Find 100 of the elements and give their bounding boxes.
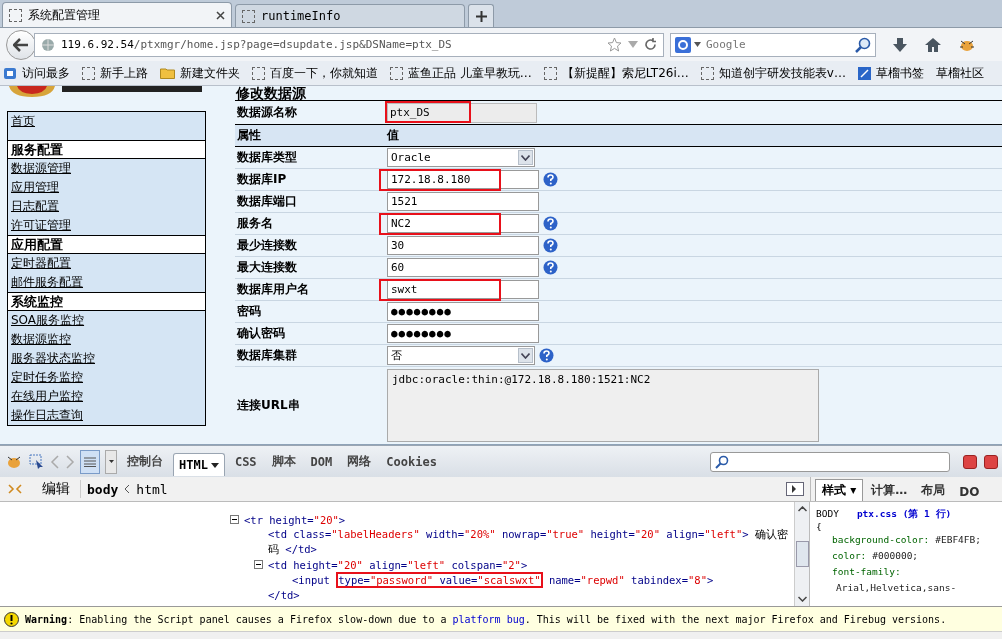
input-field[interactable]: 30 <box>387 236 539 255</box>
side-panel-tab[interactable]: 计算… <box>865 480 914 501</box>
menu-link[interactable]: 日志配置 <box>11 199 59 213</box>
panel-tab[interactable]: 控制台 <box>122 449 168 474</box>
panel-toggle-icon[interactable] <box>786 482 804 496</box>
help-icon[interactable] <box>539 348 554 363</box>
bookmarks-icon[interactable] <box>3 66 17 80</box>
edit-button[interactable]: 编辑 <box>28 480 81 498</box>
bookmark-item[interactable]: 百度一下，你就知道 <box>270 64 378 82</box>
bookmark-item[interactable]: 访问最多 <box>22 64 70 82</box>
menu-link[interactable]: 许可证管理 <box>11 218 71 232</box>
input-field[interactable]: 1521 <box>387 192 539 211</box>
search-field[interactable]: Google <box>704 38 852 51</box>
panel-tab[interactable]: Cookies <box>381 450 442 473</box>
password-field[interactable]: ●●●●●●●● <box>387 302 539 321</box>
breadcrumb-item[interactable]: body <box>87 481 119 497</box>
password-field[interactable]: ●●●●●●●● <box>387 324 539 343</box>
search-icon[interactable] <box>855 36 871 53</box>
panel-tab[interactable]: DOM <box>305 450 338 473</box>
scroll-up-icon[interactable] <box>797 506 807 512</box>
field-label: 数据库IP <box>236 171 288 188</box>
help-icon[interactable] <box>543 172 558 187</box>
code-line: <td height="20" align="left" colspan="2"> <box>268 558 528 571</box>
page-icon <box>9 8 22 22</box>
page-icon[interactable] <box>390 66 403 80</box>
input-field[interactable]: NC2 <box>387 214 539 233</box>
menu-button[interactable] <box>80 449 100 474</box>
page-icon[interactable] <box>700 66 714 80</box>
menu-section-header: 应用配置 <box>8 235 205 254</box>
caret-icon <box>521 352 530 359</box>
page-icon[interactable] <box>252 66 265 80</box>
page-icon[interactable] <box>82 66 95 80</box>
menu-link[interactable]: 首页 <box>11 114 35 128</box>
close-icon[interactable] <box>216 10 225 20</box>
bookmark-item[interactable]: 【新提醒】索尼LT26i… <box>561 64 689 82</box>
css-source-link[interactable]: ptx.css (第 1 行) <box>856 508 952 521</box>
new-tab-button[interactable] <box>468 4 494 27</box>
search-bar[interactable]: Google <box>670 32 876 57</box>
collapse-toggle[interactable] <box>254 560 263 569</box>
panel-tab[interactable]: 网络 <box>342 449 377 474</box>
pencil-icon[interactable] <box>857 66 871 80</box>
panel-tab[interactable]: 脚本 <box>266 449 301 474</box>
select-field[interactable]: 否 <box>387 346 535 365</box>
platform-bug-link[interactable]: platform bug <box>452 613 525 625</box>
minimize-button[interactable] <box>963 454 977 469</box>
collapse-toggle[interactable] <box>230 515 239 524</box>
bookmark-item[interactable]: 知道创宇研发技能表v… <box>718 64 846 82</box>
menu-link[interactable]: 定时器配置 <box>11 256 71 270</box>
css-property: Arial,Helvetica,sans- <box>835 581 958 595</box>
dropdown-icon[interactable] <box>694 42 701 47</box>
search-field[interactable] <box>710 451 950 472</box>
search-engine-icon[interactable] <box>675 36 691 53</box>
help-icon[interactable] <box>543 238 558 253</box>
menu-link[interactable]: 邮件服务配置 <box>11 275 83 289</box>
css-property: color: #000000; <box>831 549 920 563</box>
select-field[interactable]: Oracle <box>387 148 535 167</box>
side-panel-tab[interactable]: 样式 ▾ <box>815 479 864 501</box>
menu-link[interactable]: 定时任务监控 <box>11 370 83 384</box>
menu-link[interactable]: 在线用户监控 <box>11 389 83 403</box>
panel-tab[interactable]: CSS <box>229 450 262 473</box>
bookmark-item[interactable]: 草榴社区 <box>935 64 984 82</box>
inspect-icon[interactable] <box>29 453 45 470</box>
bookmark-item[interactable]: 蓝鱼正品 儿童早教玩… <box>408 64 532 82</box>
menu-link[interactable]: 服务器状态监控 <box>11 351 95 365</box>
bookmark-item[interactable]: 新建文件夹 <box>180 64 240 82</box>
restore-button[interactable] <box>984 454 998 469</box>
menu-link[interactable]: 数据源监控 <box>11 332 71 346</box>
star-icon[interactable] <box>607 37 622 52</box>
menu-link[interactable]: 应用管理 <box>11 180 59 194</box>
menu-link[interactable]: 数据源管理 <box>11 161 71 175</box>
download-icon[interactable] <box>892 36 908 53</box>
menu-link[interactable]: 操作日志查询 <box>11 408 83 422</box>
page-icon[interactable] <box>543 66 557 80</box>
chevron-icon <box>124 484 131 494</box>
input-field[interactable]: 60 <box>387 258 539 277</box>
help-icon[interactable] <box>543 260 558 275</box>
bookmark-item[interactable]: 草榴书签 <box>875 64 924 82</box>
home-icon[interactable] <box>924 36 942 53</box>
expand-icon[interactable] <box>8 482 22 496</box>
browser-tab[interactable]: 系统配置管理 <box>2 2 232 27</box>
breadcrumb-item[interactable]: html <box>136 481 168 497</box>
scroll-thumb[interactable] <box>795 541 809 567</box>
scrollbar[interactable] <box>794 502 809 606</box>
reload-icon[interactable] <box>644 38 657 51</box>
browser-tab[interactable]: runtimeInfo <box>235 4 465 27</box>
column-header: 值 <box>387 127 399 144</box>
bookmark-item[interactable]: 新手上路 <box>100 64 148 82</box>
input-field[interactable]: 172.18.8.180 <box>387 170 539 189</box>
url-textarea[interactable]: jdbc:oracle:thin:@172.18.8.180:1521:NC2 <box>387 368 819 442</box>
menu-link[interactable]: SOA服务监控 <box>11 313 85 327</box>
dropdown-button[interactable] <box>105 449 117 474</box>
address-bar[interactable]: 119.6.92.54/ptxmgr/home.jsp?page=dsupdate.jsp&DSName=ptx_DS <box>34 32 664 57</box>
side-panel-tab[interactable]: DO <box>953 483 986 501</box>
folder-icon[interactable] <box>160 67 175 79</box>
input-field[interactable]: swxt <box>387 280 539 299</box>
back-button[interactable] <box>6 29 36 60</box>
panel-tab[interactable]: HTML <box>173 453 225 476</box>
side-panel-tab[interactable]: 布局 <box>915 480 952 501</box>
scroll-down-icon[interactable] <box>797 596 807 602</box>
help-icon[interactable] <box>543 216 558 231</box>
